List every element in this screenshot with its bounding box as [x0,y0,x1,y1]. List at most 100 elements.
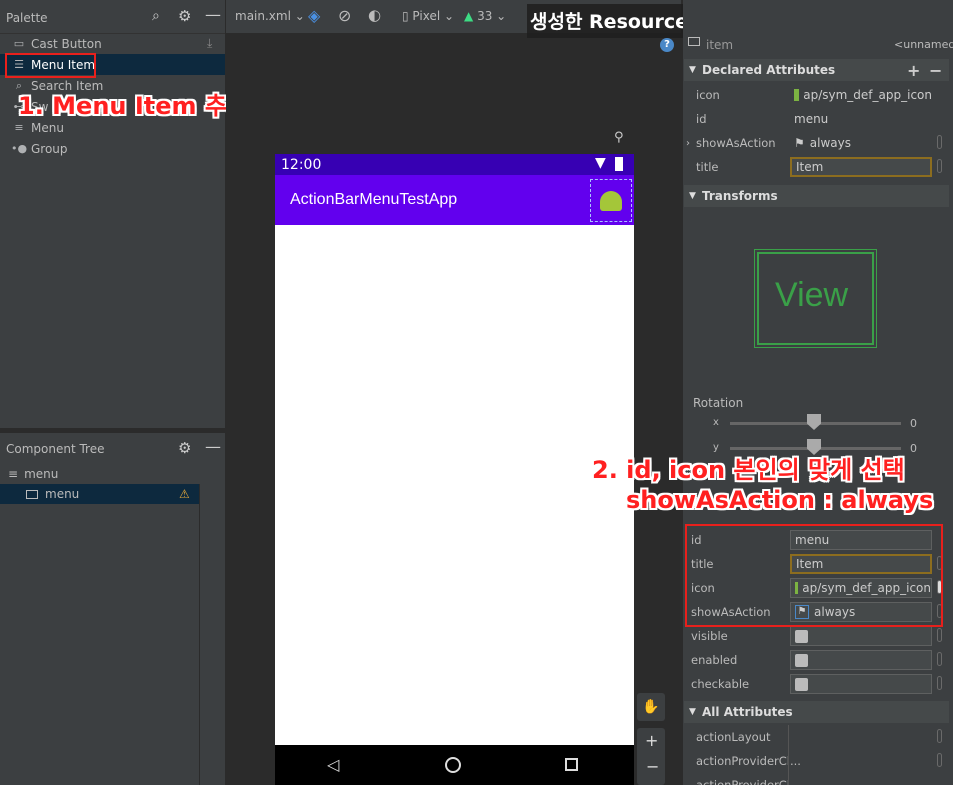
checkbox-icon[interactable] [795,653,808,667]
annotation-step2-line1: 2. id, icon 본인의 맞게 선택 [592,456,905,484]
warning-icon[interactable]: ⚠ [179,487,190,501]
zoom-out-icon[interactable]: − [646,757,659,776]
palette-item-label: Cast Button [31,36,102,51]
palette-item-cast-button[interactable]: ▭ Cast Button ⤓ [0,33,225,54]
pick-resource-icon[interactable] [937,676,942,690]
theme-icon[interactable]: ◐ [368,6,381,24]
common-row-visible: visible [684,624,949,648]
chevron-down-icon: ▼ [689,707,696,717]
minimize-icon[interactable]: — [205,5,221,24]
download-icon[interactable]: ⤓ [207,36,212,51]
attr-value[interactable] [790,626,932,646]
status-time: 12:00 [281,157,322,173]
palette-item-label: Group [31,141,68,156]
add-icon[interactable]: + [907,61,920,80]
group-icon: •● [10,142,28,155]
view-label: View [775,276,849,314]
pick-resource-icon[interactable] [937,628,942,642]
zoom-in-icon[interactable]: + [645,731,658,750]
search-icon[interactable]: ⌕ [152,8,160,24]
palette-title: Palette [6,11,48,25]
all-row-actionlayout: actionLayout [684,725,949,749]
file-label: main.xml [235,9,291,23]
home-icon[interactable] [445,757,461,773]
tree-row-menu-item[interactable]: menu ⚠ [0,484,200,504]
column-divider [788,773,789,785]
wifi-icon: ▼ [595,155,606,171]
android-icon: ▲ [464,9,474,23]
layers-icon[interactable]: ◈ [308,6,320,25]
app-title: ActionBarMenuTestApp [290,191,458,208]
flag-icon: ⚑ [794,136,805,150]
pick-resource-icon[interactable] [937,135,942,149]
common-row-checkable: checkable [684,672,949,696]
recents-icon[interactable] [565,758,578,771]
api-label: 33 [477,9,493,23]
pick-resource-icon[interactable] [937,753,942,767]
section-transforms[interactable]: ▼ Transforms [684,185,949,207]
help-icon[interactable]: ? [660,38,674,52]
back-icon[interactable]: ◁ [327,755,339,774]
attr-value[interactable]: ⚑ always [790,133,932,153]
palette-item-group[interactable]: •● Group [0,138,225,159]
minimize-icon[interactable]: — [205,437,221,456]
pan-hand-icon[interactable]: ✋ [637,693,665,721]
attr-value[interactable] [790,674,932,694]
image-icon [794,89,800,101]
highlight-menu-item [5,53,96,78]
section-title: Declared Attributes [702,63,836,77]
pick-resource-icon[interactable] [937,159,942,173]
device-label: Pixel [412,9,441,23]
attr-key: checkable [691,677,750,691]
annotation-step2-line2: showAsAction : always [626,486,934,514]
tree-child-label: menu [45,487,80,501]
all-row-actionproviderclass-2: actionProviderCl... [684,773,949,785]
attr-key: showAsAction [696,136,776,150]
checkbox-icon[interactable] [795,677,808,691]
all-row-actionproviderclass: actionProviderCl... [684,749,949,773]
attr-value-text: always [809,136,851,150]
attr-value[interactable]: menu [790,109,932,129]
component-name: <unnamed> [894,38,953,51]
rotation-x-label: x [713,417,719,428]
section-title: All Attributes [702,705,793,719]
remove-icon[interactable]: − [929,61,942,80]
attr-value[interactable]: ap/sym_def_app_icon [790,85,932,105]
item-icon [26,489,38,499]
device-dropdown[interactable]: ▯ Pixel ⌄ [402,9,454,23]
annotation-step1: 1. Menu Item 추가 [18,92,250,120]
gear-icon[interactable]: ⚙ [178,439,191,457]
checkbox-icon[interactable] [795,629,808,643]
gear-icon[interactable]: ⚙ [178,7,191,25]
attr-value[interactable]: Item [790,157,932,177]
view-preview: View [754,249,877,348]
status-bar: 12:00 ▼ [275,154,634,175]
app-bar: ActionBarMenuTestApp [275,175,634,225]
section-all-attributes[interactable]: ▼ All Attributes [684,701,949,723]
resize-handle-icon[interactable]: ⚲ [614,130,624,145]
pick-resource-icon[interactable] [937,729,942,743]
menu-action-item[interactable] [590,179,632,222]
tree-row-root[interactable]: ≡ menu [0,464,225,484]
attr-key: icon [696,88,720,102]
chevron-down-icon: ▼ [689,191,696,201]
chevron-down-icon: ▼ [689,65,696,75]
attr-key: visible [691,629,728,643]
api-dropdown[interactable]: ▲ 33 ⌄ [464,9,506,23]
component-type: item [706,38,734,52]
menu-icon: ≡ [14,121,24,134]
cast-icon: ▭ [13,37,25,50]
orientation-icon[interactable]: ⊘ [338,6,351,25]
chevron-right-icon[interactable]: › [686,138,690,149]
pick-resource-icon[interactable] [937,652,942,666]
tree-root-label: menu [24,467,59,481]
attr-value[interactable] [790,650,932,670]
palette-item-label: Menu [31,120,64,135]
component-tree-title: Component Tree [6,442,105,456]
navigation-bar: ◁ [275,745,634,785]
rotation-y-value: 0 [910,442,917,455]
menu-icon: ≡ [8,467,19,481]
section-declared-attributes[interactable]: ▼ Declared Attributes + − [684,59,949,81]
declared-row-id: id menu [684,107,949,131]
file-dropdown[interactable]: main.xml ⌄ [235,9,305,23]
